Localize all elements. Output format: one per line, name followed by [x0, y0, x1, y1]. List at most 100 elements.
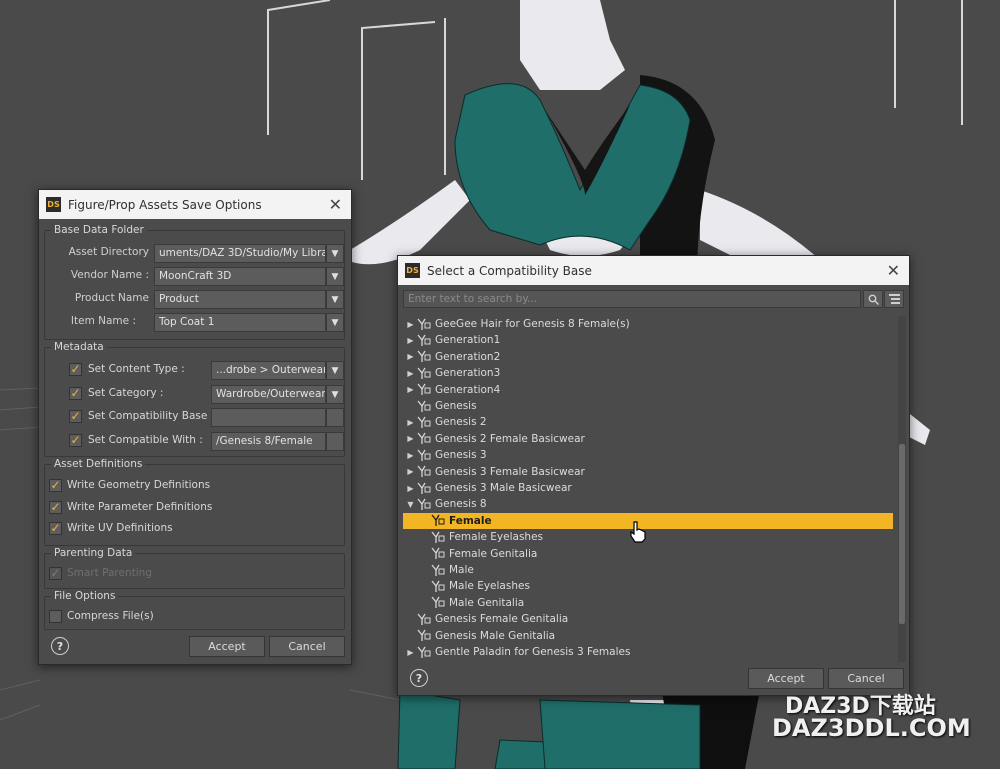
parenting-data-group: Parenting Data ✓ Smart Parenting [44, 547, 345, 589]
tree-scrollbar[interactable] [898, 316, 906, 662]
asset-directory-label: Asset Directory [68, 246, 149, 258]
tree-item[interactable]: ▶ Genesis 3 Female Basicwear [403, 464, 893, 480]
chevron-down-icon[interactable]: ▼ [326, 244, 344, 263]
chevron-down-icon[interactable]: ▼ [326, 361, 344, 380]
figure-icon [417, 498, 431, 510]
accept-button[interactable]: Accept [748, 668, 824, 689]
tree-item[interactable]: Male [403, 562, 893, 578]
tree-item[interactable]: ▶ Generation2 [403, 349, 893, 365]
accept-button[interactable]: Accept [189, 636, 265, 657]
parameter-definitions-checkbox[interactable]: ✓ [49, 501, 62, 514]
tree-item-label: Generation1 [435, 334, 501, 347]
expand-arrow-icon[interactable]: ▶ [406, 451, 415, 460]
category-field[interactable]: Wardrobe/Outerwear [211, 385, 326, 404]
item-name-field[interactable]: Top Coat 1 [154, 313, 326, 332]
compatibility-tree[interactable]: ▶ GeeGee Hair for Genesis 8 Female(s) ▶ Gen… [403, 316, 893, 662]
expand-arrow-icon[interactable]: ▶ [406, 352, 415, 361]
filter-menu-icon[interactable] [884, 290, 904, 308]
product-name-field[interactable]: Product [154, 290, 326, 309]
expand-arrow-icon[interactable]: ▶ [406, 418, 415, 427]
tree-item[interactable]: Genesis Male Genitalia [403, 628, 893, 644]
expand-arrow-icon[interactable]: ▶ [406, 385, 415, 394]
smart-parenting-checkbox: ✓ [49, 566, 62, 580]
expand-arrow-icon[interactable]: ▶ [406, 648, 415, 657]
uv-definitions-label: Write UV Definitions [67, 522, 173, 534]
help-icon[interactable]: ? [410, 669, 428, 687]
product-name-label: Product Name [74, 292, 149, 304]
cancel-button[interactable]: Cancel [269, 636, 345, 657]
expand-arrow-icon[interactable]: ▶ [406, 467, 415, 476]
expand-arrow-icon[interactable]: ▶ [406, 320, 415, 329]
tree-item-label: Genesis 3 Male Basicwear [435, 482, 572, 494]
compress-files-checkbox[interactable] [49, 610, 62, 623]
tree-item-label: Gentle Paladin for Genesis 3 Females [435, 646, 631, 658]
tree-item[interactable]: ▶ Gentle Paladin for Genesis 3 Females [403, 644, 893, 660]
save-dialog-titlebar[interactable]: DS Figure/Prop Assets Save Options ✕ [39, 190, 351, 219]
compatible-with-field[interactable]: /Genesis 8/Female [211, 432, 326, 451]
search-input[interactable]: Enter text to search by... [403, 290, 861, 308]
compress-files-label: Compress File(s) [67, 610, 154, 622]
tree-item[interactable]: ▶ Genesis 3 Male Basicwear [403, 480, 893, 496]
chevron-down-icon[interactable]: ▼ [326, 385, 344, 404]
tree-item[interactable]: ▶ Generation1 [403, 332, 893, 348]
content-type-checkbox[interactable]: ✓ [69, 363, 82, 376]
figure-icon [417, 629, 431, 642]
parameter-definitions-label: Write Parameter Definitions [67, 501, 213, 513]
tree-item[interactable]: ▶ Genesis 2 Female Basicwear [403, 431, 893, 447]
figure-icon [417, 350, 431, 363]
tree-item[interactable]: Female Genitalia [403, 546, 893, 562]
collapse-arrow-icon[interactable]: ▼ [406, 500, 415, 509]
figure-icon [417, 400, 431, 412]
tree-item-label: Generation2 [435, 350, 501, 363]
compat-dialog-title: Select a Compatibility Base [427, 263, 592, 278]
figure-icon [417, 318, 431, 330]
cancel-button[interactable]: Cancel [828, 668, 904, 689]
compat-dialog-titlebar[interactable]: DS Select a Compatibility Base ✕ [398, 256, 909, 285]
tree-item[interactable]: Genesis Female Genitalia [403, 611, 893, 627]
tree-item[interactable]: Male Eyelashes [403, 578, 893, 594]
chevron-down-icon[interactable]: ▼ [326, 290, 344, 309]
base-data-folder-group: Base Data Folder Asset Directory uments/… [44, 224, 345, 340]
compatibility-base-dialog: DS Select a Compatibility Base ✕ Enter t… [397, 255, 910, 696]
tree-item-label: Genesis 8 [435, 498, 487, 511]
tree-item[interactable]: Genesis [403, 398, 893, 414]
expand-arrow-icon[interactable]: ▶ [406, 369, 415, 378]
tree-item[interactable]: ▶ Genesis 2 [403, 414, 893, 430]
expand-arrow-icon[interactable]: ▶ [406, 434, 415, 443]
tree-item[interactable]: ▶ GeeGee Hair for Genesis 8 Female(s) [403, 316, 893, 332]
browse-button[interactable] [326, 432, 344, 451]
tree-item-label: Female Genitalia [449, 547, 538, 560]
tree-item-label: Generation3 [435, 367, 501, 380]
help-icon[interactable]: ? [51, 637, 69, 655]
tree-item[interactable]: Male Genitalia [403, 595, 893, 611]
tree-item[interactable]: Female [403, 512, 893, 529]
tree-item-label: Female Eyelashes [449, 531, 544, 544]
figure-icon [417, 449, 431, 461]
category-checkbox[interactable]: ✓ [69, 387, 82, 400]
tree-item[interactable]: ▶ Genesis 3 [403, 447, 893, 463]
expand-arrow-icon[interactable]: ▶ [406, 484, 415, 493]
tree-item[interactable]: ▼ Genesis 8 [403, 496, 893, 512]
chevron-down-icon[interactable]: ▼ [326, 313, 344, 332]
compatibility-base-checkbox[interactable]: ✓ [69, 410, 82, 423]
content-type-field[interactable]: ...drobe > Outerwear [211, 361, 326, 380]
scrollbar-thumb[interactable] [899, 444, 905, 624]
vendor-name-field[interactable]: MoonCraft 3D [154, 267, 326, 286]
chevron-down-icon[interactable]: ▼ [326, 267, 344, 286]
search-icon[interactable] [863, 290, 883, 308]
compatible-with-checkbox[interactable]: ✓ [69, 434, 82, 447]
close-icon[interactable]: ✕ [329, 195, 342, 214]
browse-button[interactable] [326, 408, 344, 427]
compatibility-base-field[interactable] [211, 408, 326, 427]
tree-item-label: Female [449, 514, 492, 527]
expand-arrow-icon[interactable]: ▶ [406, 336, 415, 345]
group-title: Parenting Data [51, 547, 136, 559]
tree-item[interactable]: ▶ Generation4 [403, 382, 893, 398]
asset-directory-field[interactable]: uments/DAZ 3D/Studio/My Library [154, 244, 326, 263]
tree-item[interactable]: Female Eyelashes [403, 529, 893, 545]
close-icon[interactable]: ✕ [887, 261, 900, 280]
geometry-definitions-checkbox[interactable]: ✓ [49, 479, 62, 492]
geometry-definitions-label: Write Geometry Definitions [67, 479, 211, 491]
tree-item[interactable]: ▶ Generation3 [403, 365, 893, 381]
uv-definitions-checkbox[interactable]: ✓ [49, 522, 62, 535]
